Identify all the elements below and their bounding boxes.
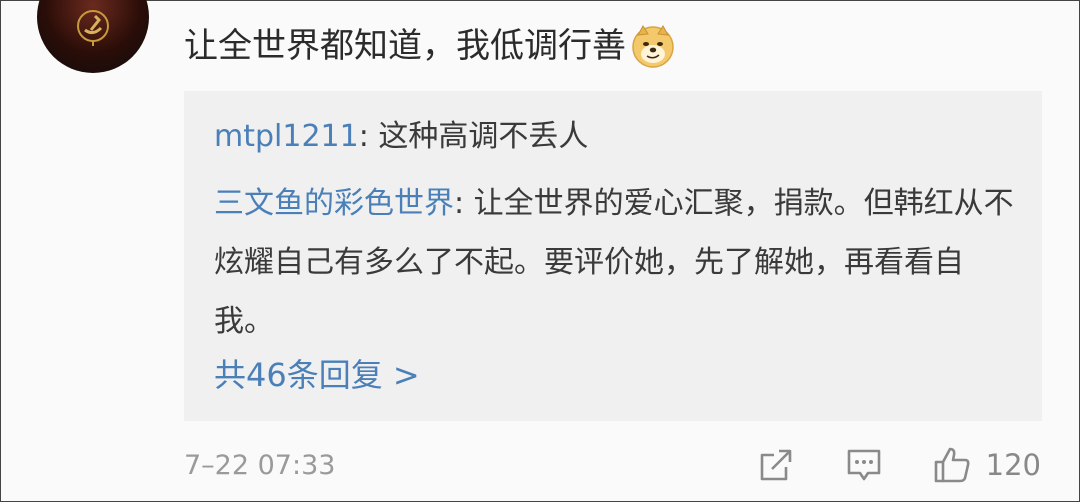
avatar[interactable] — [37, 0, 149, 73]
comment-card: 让全世界都知道，我低调行善 mtpl1211: 这种高调不丢人 三文鱼的彩色世界… — [0, 0, 1080, 502]
comment-body: 让全世界都知道，我低调行善 — [184, 15, 676, 77]
doge-emoji-icon — [632, 25, 674, 68]
profile-avatar-emblem-icon — [77, 9, 109, 46]
reply-text: 这种高调不丢人 — [378, 119, 589, 154]
reply-username-link[interactable]: mtpl1211 — [214, 119, 359, 154]
like-count: 120 — [985, 448, 1041, 482]
share-icon[interactable] — [756, 445, 796, 485]
comment-footer: 7–22 07:33 120 — [184, 439, 1041, 491]
timestamp: 7–22 07:33 — [184, 449, 336, 481]
reply-separator: : — [454, 186, 474, 221]
action-bar: 120 — [756, 445, 1041, 485]
comment-icon[interactable] — [844, 445, 884, 485]
comment-text: 让全世界都知道，我低调行善 — [184, 26, 626, 66]
reply-list: mtpl1211: 这种高调不丢人 三文鱼的彩色世界: 让全世界的爱心汇聚，捐款… — [184, 91, 1042, 421]
reply-separator: : — [358, 119, 379, 154]
like-button[interactable]: 120 — [932, 445, 1041, 485]
thumbs-up-icon — [934, 447, 970, 483]
reply-item: mtpl1211: 这种高调不丢人 — [214, 107, 1018, 166]
reply-username-link[interactable]: 三文鱼的彩色世界 — [214, 186, 454, 221]
more-replies-link[interactable]: 共46条回复 > — [214, 346, 420, 405]
reply-item: 三文鱼的彩色世界: 让全世界的爱心汇聚，捐款。但韩红从不炫耀自己有多么了不起。要… — [214, 174, 1018, 351]
